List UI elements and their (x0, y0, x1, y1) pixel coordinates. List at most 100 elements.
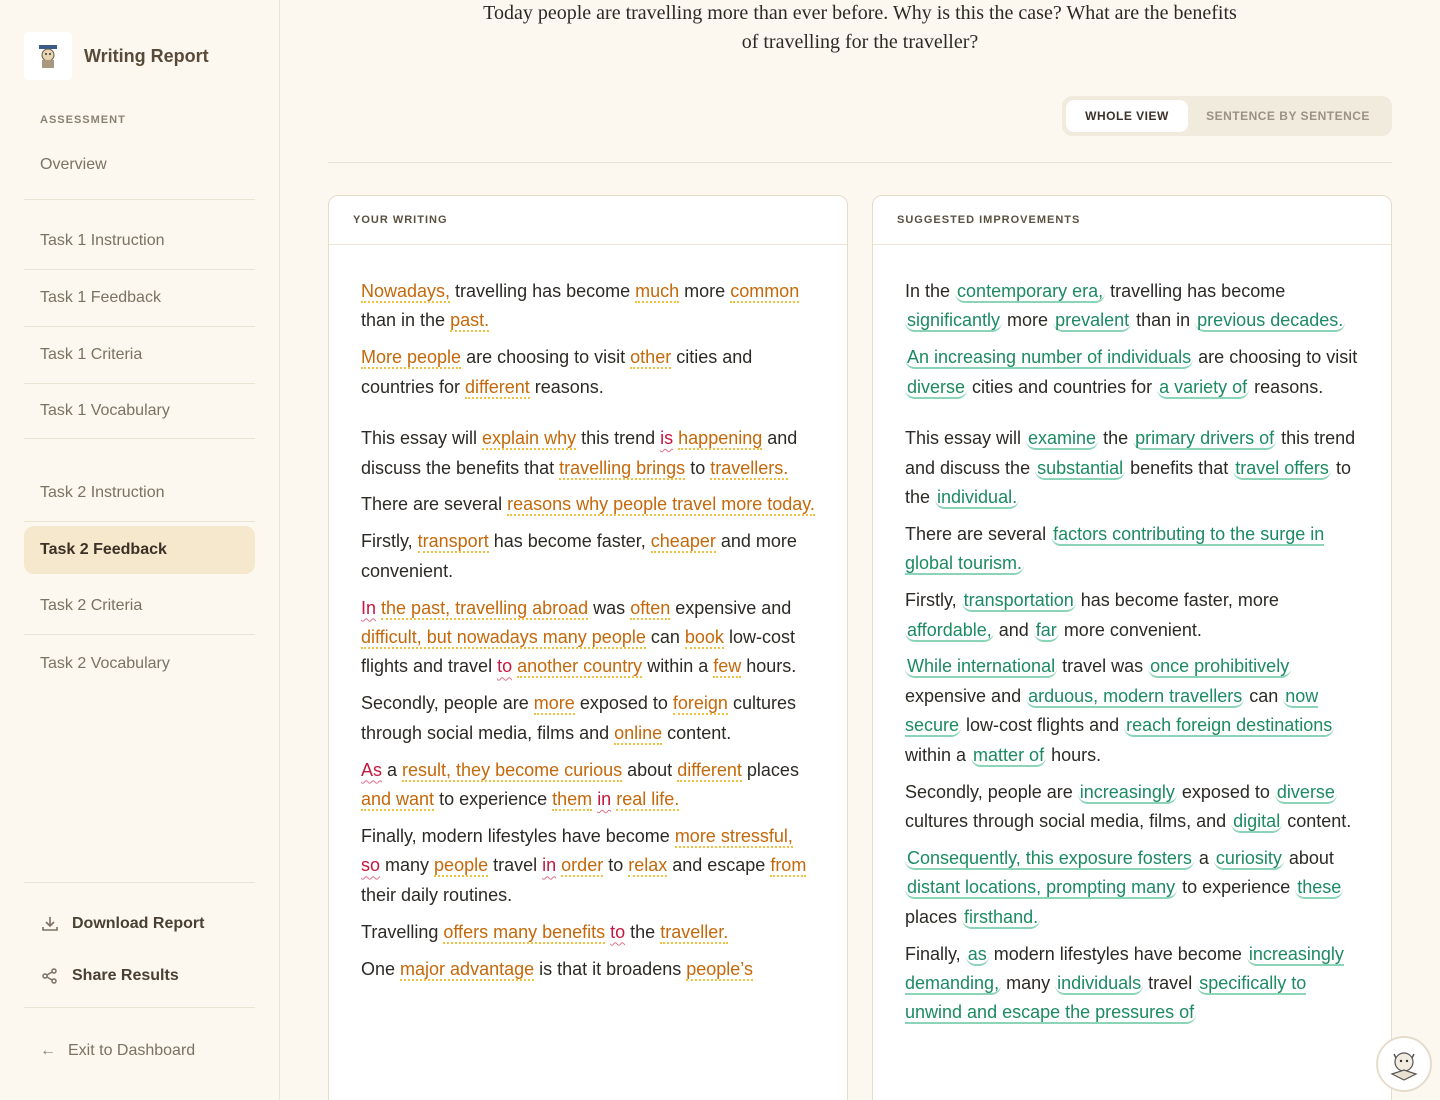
suggested-replacement[interactable]: once prohibitively (1148, 656, 1292, 679)
suggested-replacement[interactable]: transportation (961, 590, 1076, 613)
improvement-highlight[interactable]: common (730, 281, 800, 303)
improvement-highlight[interactable]: real life. (616, 789, 680, 812)
suggested-replacement[interactable]: matter of (971, 744, 1047, 767)
suggested-replacement[interactable]: examine (1026, 428, 1099, 451)
improvement-highlight[interactable]: another country (517, 656, 643, 679)
plain-text: expensive and (905, 685, 1027, 706)
suggested-replacement[interactable]: individuals (1055, 973, 1144, 996)
suggested-replacement[interactable]: firsthand. (962, 906, 1041, 929)
improvement-highlight[interactable]: much (635, 281, 680, 303)
improvement-highlight[interactable]: major advantage (400, 958, 535, 981)
suggested-replacement[interactable]: these (1295, 877, 1344, 900)
sentence-by-sentence-tab[interactable]: SENTENCE BY SENTENCE (1188, 100, 1388, 132)
improvement-highlight[interactable]: online (614, 722, 663, 745)
improvement-highlight[interactable]: them (552, 789, 593, 812)
sidebar-item-task1-instruction[interactable]: Task 1 Instruction (24, 200, 255, 270)
improvement-highlight[interactable]: often (630, 597, 671, 620)
suggested-replacement[interactable]: distant locations, prompting many (905, 877, 1178, 900)
improvement-highlight[interactable]: Nowadays, (361, 281, 451, 303)
improvement-highlight[interactable]: travelling brings (559, 457, 686, 480)
improvement-highlight[interactable]: reasons why people travel more today. (507, 494, 815, 517)
improvement-highlight[interactable]: More people (361, 347, 462, 370)
suggested-replacement[interactable]: far (1033, 619, 1059, 642)
whole-view-tab[interactable]: WHOLE VIEW (1066, 100, 1188, 132)
improvement-highlight[interactable]: book (684, 627, 724, 650)
improvement-highlight[interactable]: more stressful, (674, 826, 793, 848)
plain-text: their daily routines. (361, 884, 513, 905)
suggested-replacement[interactable]: While international (905, 656, 1058, 679)
grammar-error-highlight[interactable]: in (542, 855, 556, 875)
suggested-replacement[interactable]: Consequently, this exposure fosters (905, 847, 1194, 870)
improvement-highlight[interactable]: foreign (672, 693, 728, 716)
grammar-error-highlight[interactable]: in (597, 789, 611, 809)
exit-to-dashboard-link[interactable]: ← Exit to Dashboard (24, 1007, 255, 1093)
improvement-highlight[interactable]: past. (450, 310, 490, 333)
improvement-highlight[interactable]: explain why (482, 428, 577, 451)
improvement-highlight[interactable]: other (630, 347, 672, 370)
sidebar-item-task1-vocabulary[interactable]: Task 1 Vocabulary (24, 384, 255, 439)
grammar-error-highlight[interactable]: to (610, 922, 625, 942)
suggested-replacement[interactable]: diverse (1274, 781, 1337, 804)
improvement-highlight[interactable]: traveller. (660, 921, 729, 944)
grammar-error-highlight[interactable]: to (497, 656, 512, 676)
improvement-highlight[interactable]: order (561, 855, 604, 878)
suggested-replacement[interactable]: travel offers (1233, 457, 1331, 480)
suggested-replacement[interactable]: digital (1231, 811, 1283, 833)
suggested-replacement[interactable]: arduous, modern travellers (1026, 685, 1245, 708)
sidebar-item-task2-vocabulary[interactable]: Task 2 Vocabulary (24, 635, 255, 692)
suggested-replacement[interactable]: as (965, 943, 989, 966)
improvement-highlight[interactable]: difficult, but nowadays many people (361, 627, 646, 650)
improvement-highlight[interactable]: cheaper (650, 531, 716, 554)
suggested-replacement[interactable]: affordable, (905, 619, 994, 642)
improvement-highlight[interactable]: people’s (686, 958, 753, 981)
grammar-error-highlight[interactable]: As (361, 760, 382, 780)
improvement-highlight[interactable]: travellers. (710, 457, 789, 480)
grammar-error-highlight[interactable]: is (660, 428, 673, 448)
suggested-replacement[interactable]: substantial (1035, 457, 1126, 480)
improvement-highlight[interactable]: result, they become curious (402, 759, 623, 782)
grammar-error-highlight[interactable]: so (361, 855, 380, 875)
improvement-highlight[interactable]: relax (628, 855, 668, 878)
improvement-highlight[interactable]: and want (361, 789, 435, 812)
plain-text: are choosing to visit (461, 347, 631, 368)
sidebar-item-overview[interactable]: Overview (24, 131, 255, 200)
suggested-replacement[interactable]: An increasing number of individuals (905, 347, 1194, 370)
improvement-highlight[interactable]: transport (417, 531, 489, 554)
improvement-highlight[interactable]: offers many benefits (443, 921, 606, 944)
sidebar-item-task1-feedback[interactable]: Task 1 Feedback (24, 270, 255, 327)
suggested-replacement[interactable]: contemporary era, (955, 281, 1106, 303)
grammar-error-highlight[interactable]: In (361, 598, 376, 618)
sidebar-item-task2-instruction[interactable]: Task 2 Instruction (24, 439, 255, 522)
improvement-highlight[interactable]: more (533, 693, 575, 716)
share-results-button[interactable]: Share Results (24, 950, 255, 1002)
essay-sentence: This essay will examine the primary driv… (905, 424, 1359, 512)
assistant-avatar-button[interactable] (1376, 1036, 1432, 1092)
sidebar-item-task1-criteria[interactable]: Task 1 Criteria (24, 327, 255, 384)
essay-sentence: There are several reasons why people tra… (361, 490, 815, 519)
improvement-highlight[interactable]: from (770, 855, 807, 878)
main-content: Today people are travelling more than ev… (328, 0, 1392, 1100)
plain-text: Secondly, people are (361, 693, 534, 714)
suggested-replacement[interactable]: individual. (935, 486, 1020, 509)
view-toggle: WHOLE VIEW SENTENCE BY SENTENCE (1062, 96, 1392, 136)
improvement-highlight[interactable]: people (434, 855, 489, 878)
download-report-button[interactable]: Download Report (24, 898, 255, 950)
plain-text: the (625, 921, 661, 942)
improvement-highlight[interactable]: different (677, 759, 742, 782)
plain-text: a (382, 759, 403, 780)
improvement-highlight[interactable]: few (713, 656, 742, 679)
suggested-replacement[interactable]: curiosity (1213, 847, 1284, 870)
suggested-replacement[interactable]: a variety of (1157, 376, 1250, 399)
suggested-replacement[interactable]: diverse (905, 376, 968, 399)
suggested-replacement[interactable]: primary drivers of (1133, 428, 1277, 451)
suggested-replacement[interactable]: increasingly (1077, 781, 1177, 804)
improvement-highlight[interactable]: different (465, 376, 530, 399)
suggested-replacement[interactable]: previous decades. (1195, 310, 1346, 333)
sidebar-item-task2-feedback[interactable]: Task 2 Feedback (24, 526, 255, 574)
improvement-highlight[interactable]: happening (678, 428, 763, 451)
improvement-highlight[interactable]: the past, travelling abroad (381, 597, 589, 620)
suggested-replacement[interactable]: prevalent (1053, 310, 1132, 333)
suggested-replacement[interactable]: reach foreign destinations (1124, 715, 1335, 738)
sidebar-item-task2-criteria[interactable]: Task 2 Criteria (24, 578, 255, 635)
suggested-replacement[interactable]: significantly (905, 310, 1003, 333)
